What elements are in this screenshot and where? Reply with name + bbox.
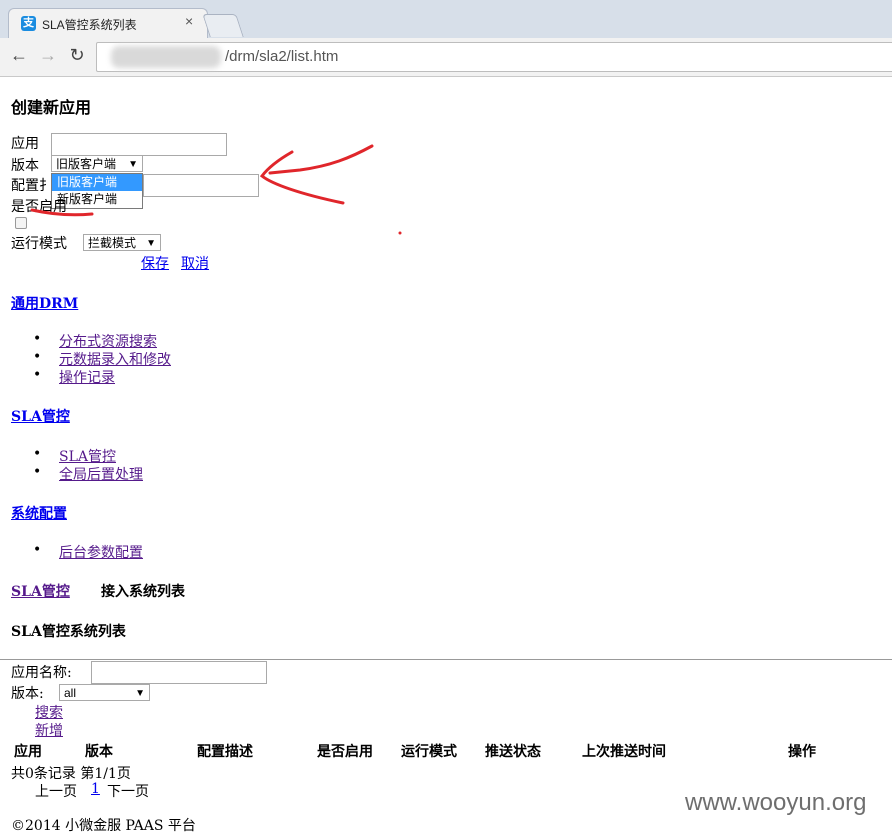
bullet: •: [33, 464, 42, 480]
version-filter-value: all: [64, 686, 77, 700]
prev-page: 上一页: [35, 784, 77, 800]
breadcrumb-current: 接入系统列表: [101, 584, 185, 600]
bullet: •: [33, 446, 42, 462]
col-header-push-status: 推送状态: [485, 744, 541, 760]
app-name-label: 应用名称:: [11, 665, 72, 681]
bullet: •: [33, 349, 42, 365]
nav-section-drm[interactable]: 通用DRM: [11, 293, 78, 313]
nav-item-global-post[interactable]: 全局后置处理: [59, 464, 143, 484]
next-page: 下一页: [107, 784, 149, 800]
nav-item-backend-params[interactable]: 后台参数配置: [59, 542, 143, 562]
version-filter-label: 版本:: [11, 686, 44, 702]
breadcrumb-sla-link[interactable]: SLA管控: [11, 581, 70, 601]
version-filter-select[interactable]: all ▼: [59, 684, 150, 701]
add-link[interactable]: 新增: [11, 720, 63, 740]
nav-item-sla-control[interactable]: SLA管控: [59, 446, 116, 466]
col-header-mode: 运行模式: [401, 744, 457, 760]
watermark: www.wooyun.org: [685, 789, 867, 816]
page-1-link[interactable]: 1: [91, 781, 100, 797]
col-header-app: 应用: [14, 744, 42, 760]
nav-item-operation-log[interactable]: 操作记录: [59, 367, 115, 387]
col-header-version: 版本: [85, 744, 113, 760]
dropdown-arrow-icon: ▼: [135, 688, 145, 699]
red-annotation-arrow: [30, 144, 402, 235]
list-title: SLA管控系统列表: [11, 624, 126, 640]
search-link[interactable]: 搜索: [11, 702, 63, 722]
bullet: •: [33, 331, 42, 347]
nav-section-sla[interactable]: SLA管控: [11, 406, 70, 426]
footer: ©2014 小微金服 PAAS 平台: [11, 818, 196, 834]
col-header-config: 配置描述: [197, 744, 253, 760]
bullet: •: [33, 367, 42, 383]
col-header-actions: 操作: [788, 744, 816, 760]
pagination-summary: 共0条记录 第1/1页: [11, 766, 131, 782]
nav-item-distributed-search[interactable]: 分布式资源搜索: [59, 331, 157, 351]
nav-item-metadata-edit[interactable]: 元数据录入和修改: [59, 349, 171, 369]
nav-section-sysconfig[interactable]: 系统配置: [11, 503, 67, 523]
app-name-input[interactable]: [91, 661, 267, 684]
divider: [0, 659, 892, 660]
col-header-enabled: 是否启用: [317, 744, 373, 760]
bullet: •: [33, 542, 42, 558]
col-header-last-push: 上次推送时间: [582, 744, 666, 760]
